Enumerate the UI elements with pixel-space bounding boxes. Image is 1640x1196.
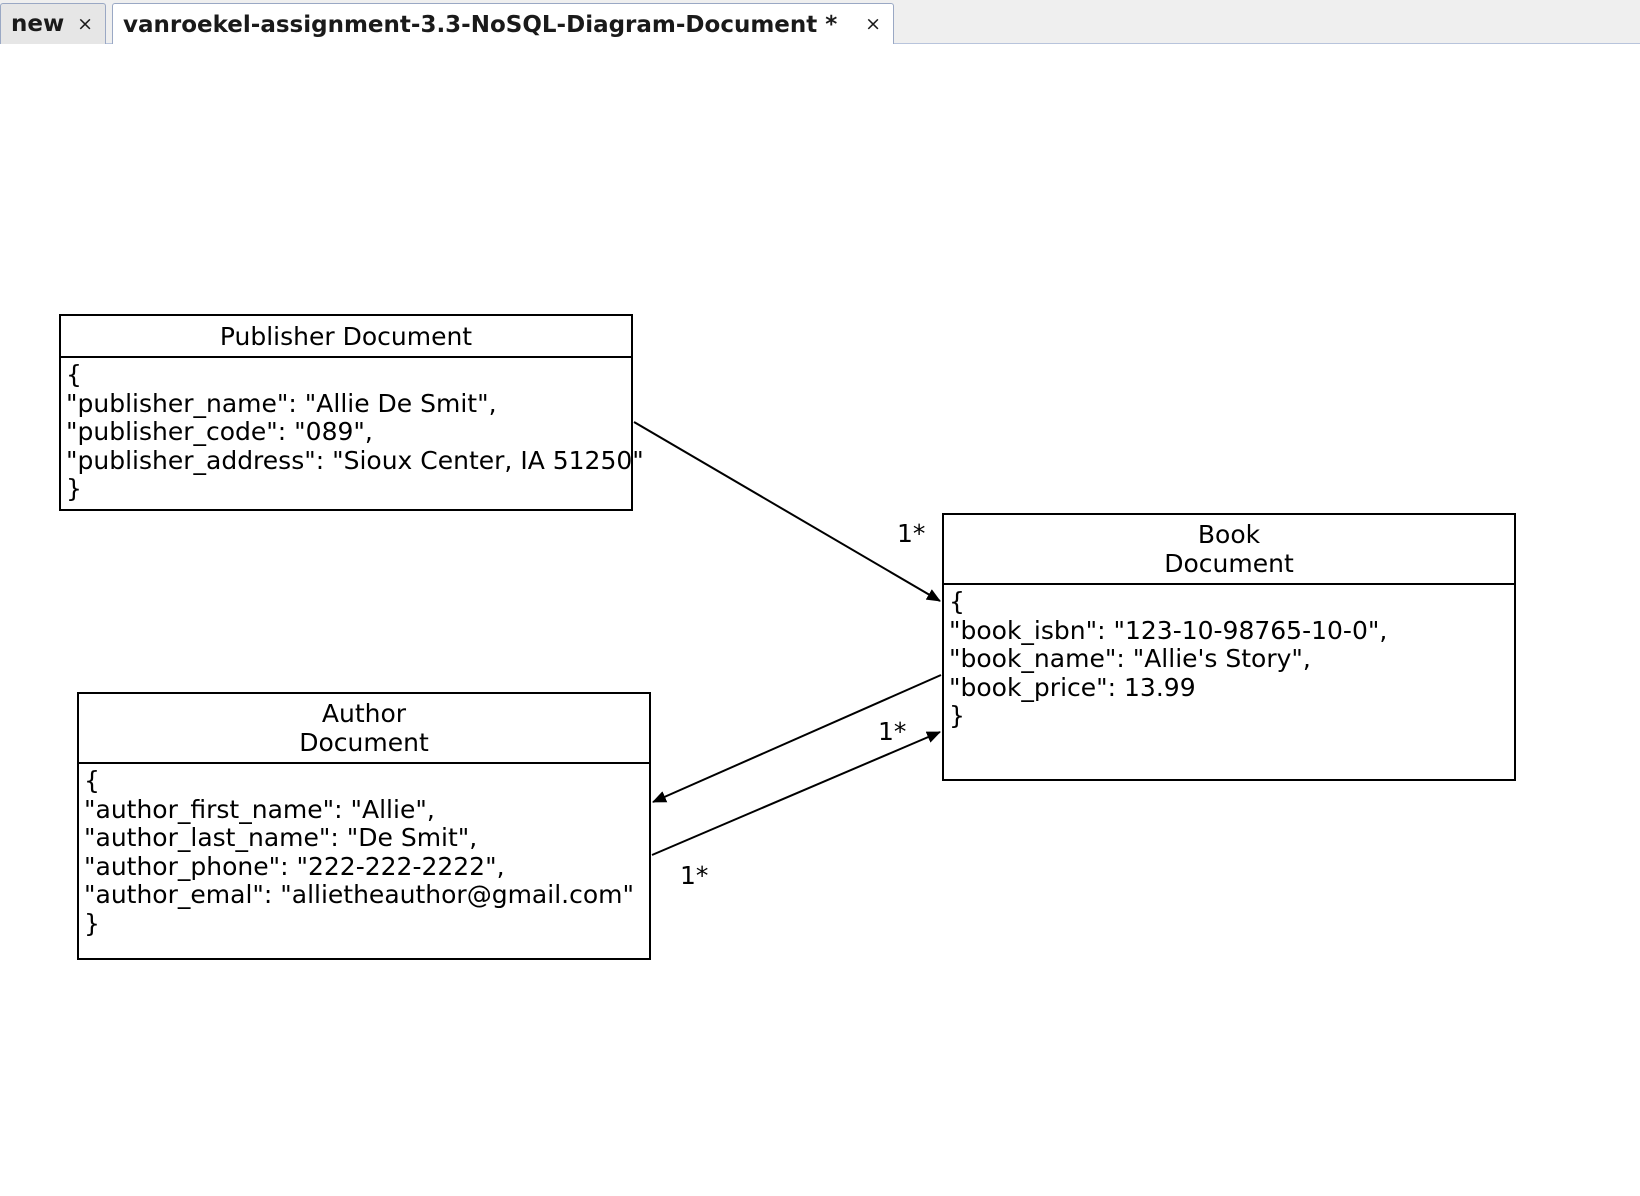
- book-line: }: [949, 701, 965, 731]
- book-line: "book_isbn": "123-10-98765-10-0",: [949, 615, 1388, 645]
- tab-label: vanroekel-assignment-3.3-NoSQL-Diagram-D…: [123, 11, 838, 38]
- author-document-title-line1: Author: [321, 699, 407, 728]
- publisher-document-header: Publisher Document: [61, 316, 631, 358]
- multiplicity-label: 1*: [897, 519, 926, 548]
- author-document-title-line2: Document: [299, 728, 429, 757]
- author-document-box[interactable]: Author Document {"author_first_name": "A…: [77, 692, 651, 960]
- close-icon[interactable]: ×: [865, 13, 881, 35]
- publisher-line: "publisher_name": "Allie De Smit",: [66, 388, 497, 418]
- publisher-document-box[interactable]: Publisher Document {"publisher_name": "A…: [59, 314, 644, 511]
- book-line: "book_price": 13.99: [949, 672, 1196, 702]
- close-icon[interactable]: ×: [77, 13, 93, 35]
- book-document-header: Book Document: [944, 515, 1514, 585]
- author-line: "author_phone": "222-222-2222",: [84, 851, 505, 881]
- publisher-line: "publisher_code": "089",: [66, 417, 373, 447]
- publisher-document-title: Publisher Document: [219, 321, 473, 351]
- multiplicity-label: 1*: [878, 717, 907, 746]
- publisher-document-body: {"publisher_name": "Allie De Smit", "publ…: [61, 358, 644, 504]
- book-document-box[interactable]: Book Document {"book_isbn": "123-10-9876…: [942, 513, 1516, 781]
- publisher-line: "publisher_address": "Sioux Center, IA 5…: [66, 445, 644, 475]
- author-line: "author_emal": "allietheauthor@gmail.com…: [84, 880, 634, 910]
- author-document-body: {"author_first_name": "Allie", "author_la…: [79, 764, 649, 939]
- author-line: {: [84, 766, 100, 795]
- book-document-body: {"book_isbn": "123-10-98765-10-0", "book_…: [944, 585, 1514, 731]
- book-document-title-line2: Document: [1164, 549, 1294, 578]
- tab-label: new: [11, 11, 65, 37]
- tab-bar: new × vanroekel-assignment-3.3-NoSQL-Dia…: [0, 0, 1640, 45]
- tab-new[interactable]: new ×: [0, 3, 106, 44]
- book-line: "book_name": "Allie's Story",: [949, 644, 1311, 674]
- multiplicity-label: 1*: [680, 861, 709, 890]
- publisher-line: {: [66, 360, 82, 389]
- author-line: "author_first_name": "Allie",: [84, 794, 435, 824]
- book-line: {: [949, 587, 965, 616]
- book-document-title-line1: Book: [1197, 520, 1261, 549]
- author-line: "author_last_name": "De Smit",: [84, 823, 478, 853]
- tab-document[interactable]: vanroekel-assignment-3.3-NoSQL-Diagram-D…: [112, 3, 894, 45]
- publisher-line: }: [66, 474, 82, 504]
- author-line: }: [84, 908, 100, 938]
- author-document-header: Author Document: [79, 694, 649, 764]
